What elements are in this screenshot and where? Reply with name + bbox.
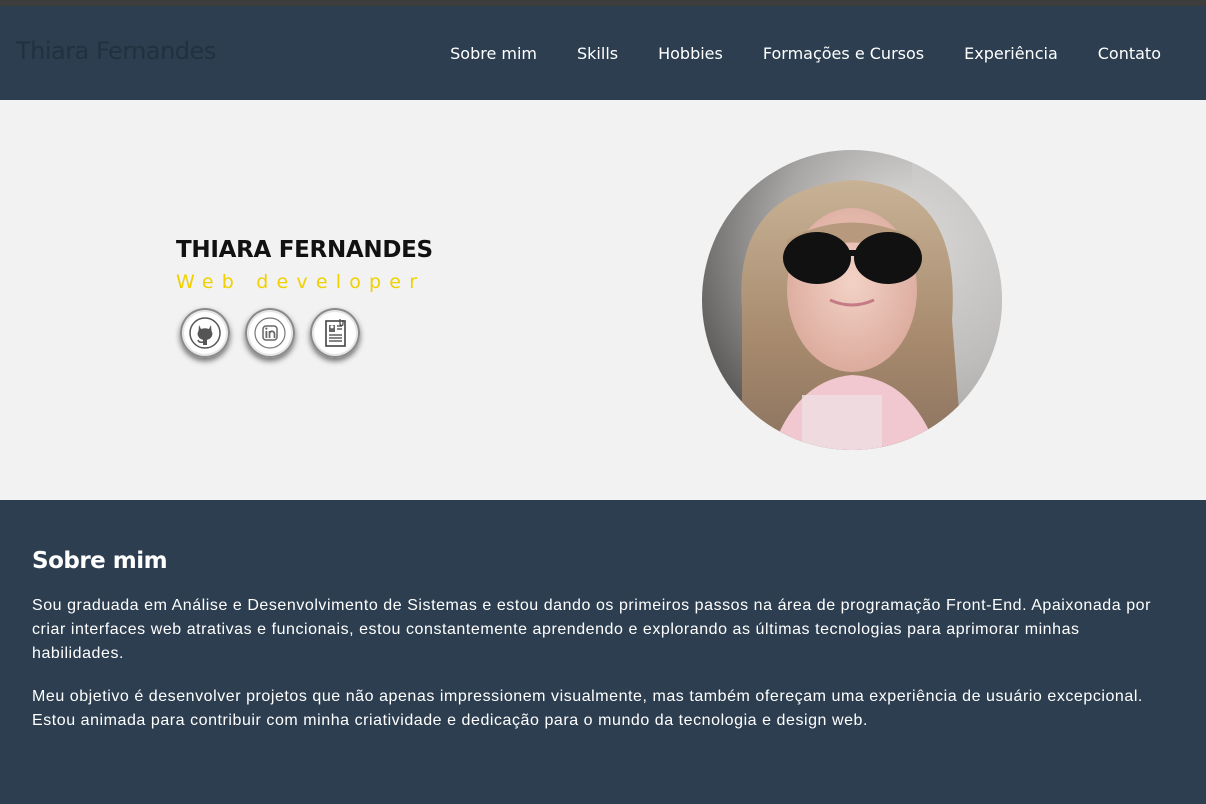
about-paragraph-1: Sou graduada em Análise e Desenvolviment… [32, 597, 1151, 662]
resume-icon [325, 319, 346, 347]
nav-sobre-mim[interactable]: Sobre mim [450, 44, 537, 63]
profile-photo [702, 150, 1002, 450]
nav-skills[interactable]: Skills [577, 44, 618, 63]
resume-link[interactable] [310, 308, 360, 358]
hero-role: Web developer [176, 271, 426, 293]
hero-name: THIARA FERNANDES [176, 237, 433, 263]
nav-experiencia[interactable]: Experiência [964, 44, 1058, 63]
hero-section: THIARA FERNANDES Web developer [0, 100, 1206, 500]
main-nav: Sobre mim Skills Hobbies Formações e Cur… [450, 6, 1206, 100]
linkedin-link[interactable] [245, 308, 295, 358]
about-paragraph-2: Meu objetivo é desenvolver projetos que … [32, 688, 1143, 729]
github-link[interactable] [180, 308, 230, 358]
about-section: Sobre mim Sou graduada em Análise e Dese… [0, 500, 1206, 804]
linkedin-icon [254, 317, 286, 349]
about-title: Sobre mim [32, 548, 168, 574]
nav-contato[interactable]: Contato [1098, 44, 1161, 63]
nav-formacoes-cursos[interactable]: Formações e Cursos [763, 44, 924, 63]
github-icon [189, 317, 221, 349]
navbar: Thiara Fernandes Sobre mim Skills Hobbie… [0, 6, 1206, 100]
brand-logo[interactable]: Thiara Fernandes [16, 37, 216, 65]
nav-hobbies[interactable]: Hobbies [658, 44, 723, 63]
